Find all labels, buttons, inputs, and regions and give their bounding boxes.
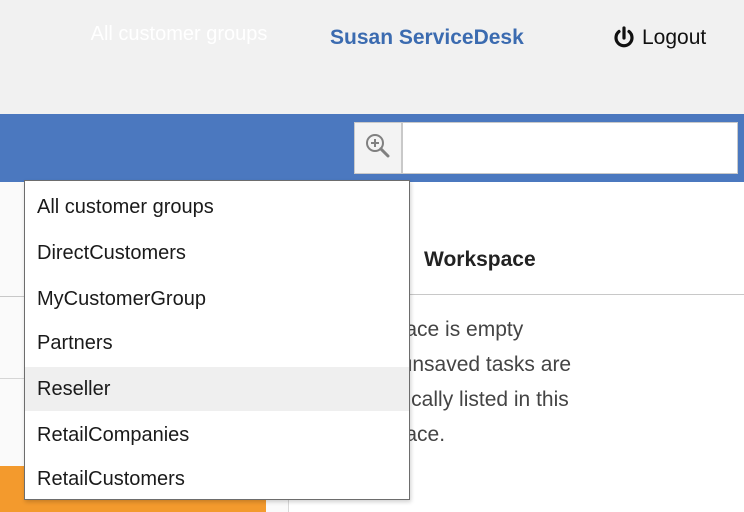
- logout-label: Logout: [642, 26, 707, 49]
- dropdown-option[interactable]: RetailCompanies: [25, 413, 409, 457]
- dropdown-option[interactable]: DirectCustomers: [25, 231, 409, 275]
- dropdown-option[interactable]: MyCustomerGroup: [25, 277, 409, 321]
- dropdown-option-highlighted[interactable]: Reseller: [25, 367, 409, 411]
- search-input[interactable]: [402, 122, 738, 174]
- dropdown-option[interactable]: Partners: [25, 321, 409, 365]
- logout-button[interactable]: Logout: [612, 22, 706, 54]
- dropdown-option[interactable]: RetailCustomers: [25, 457, 409, 501]
- customer-group-select[interactable]: All customer groups: [14, 0, 344, 68]
- user-name-link[interactable]: Susan ServiceDesk: [330, 22, 524, 54]
- zoom-in-icon: [364, 132, 392, 165]
- customer-group-dropdown: All customer groups DirectCustomers MyCu…: [24, 180, 410, 500]
- workspace-title: Workspace: [424, 248, 536, 271]
- search-button[interactable]: [354, 122, 402, 174]
- power-icon: [612, 26, 636, 50]
- dropdown-option[interactable]: All customer groups: [25, 185, 409, 229]
